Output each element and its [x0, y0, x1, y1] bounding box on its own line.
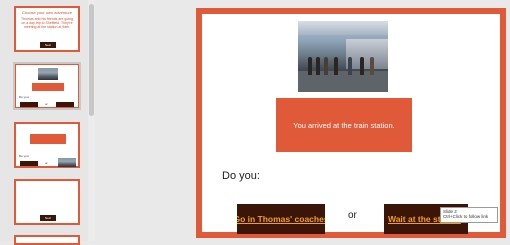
- thumbnail-photo: [58, 158, 76, 167]
- slide-canvas: You arrived at the train station. Do you…: [196, 8, 506, 238]
- slide-thumbnail-4[interactable]: Next: [14, 179, 80, 225]
- thumbnail-text-box: [30, 134, 66, 144]
- go-in-coaches-link-button[interactable]: Go in Thomas' coaches: [237, 204, 325, 234]
- thumbnail-title: Choose your own adventure: [21, 10, 73, 15]
- thumbnail-or: or: [45, 102, 48, 106]
- train-station-photo: [298, 21, 388, 92]
- thumbnail-text-box: [32, 83, 64, 91]
- arrival-text-box: You arrived at the train station.: [276, 98, 412, 152]
- thumbnail-choice-left: [20, 102, 38, 107]
- thumbnail-body: Thomas and his friends are going on a da…: [21, 17, 73, 29]
- slide-thumbnail-1[interactable]: Choose your own adventure Thomas and his…: [14, 6, 80, 52]
- thumbnail-or: or: [45, 161, 48, 165]
- thumbnail-prompt: Do you:: [19, 95, 30, 99]
- hyperlink-tooltip: Slide 2 Ctrl+Click to follow link: [440, 207, 498, 223]
- thumbnail-choice-left: [20, 161, 38, 166]
- thumbnail-photo: [38, 68, 58, 80]
- thumbnail-scrollbar-thumb[interactable]: [89, 4, 94, 116]
- slide-thumbnail-2[interactable]: Do you: or: [13, 62, 81, 110]
- thumbnail-next-button: Next: [40, 42, 56, 48]
- slide-thumbnail-panel: Choose your own adventure Thomas and his…: [0, 0, 90, 245]
- question-label: Do you:: [222, 170, 260, 182]
- thumbnail-next-button: Next: [40, 215, 56, 221]
- slide-thumbnail-5[interactable]: [14, 235, 80, 245]
- thumbnail-choice-right: [56, 102, 74, 107]
- tooltip-line-2: Ctrl+Click to follow link: [443, 214, 489, 219]
- slide-thumbnail-3[interactable]: Do you: or: [14, 122, 80, 168]
- thumbnail-prompt: Do you:: [19, 154, 30, 158]
- or-label: or: [348, 210, 357, 221]
